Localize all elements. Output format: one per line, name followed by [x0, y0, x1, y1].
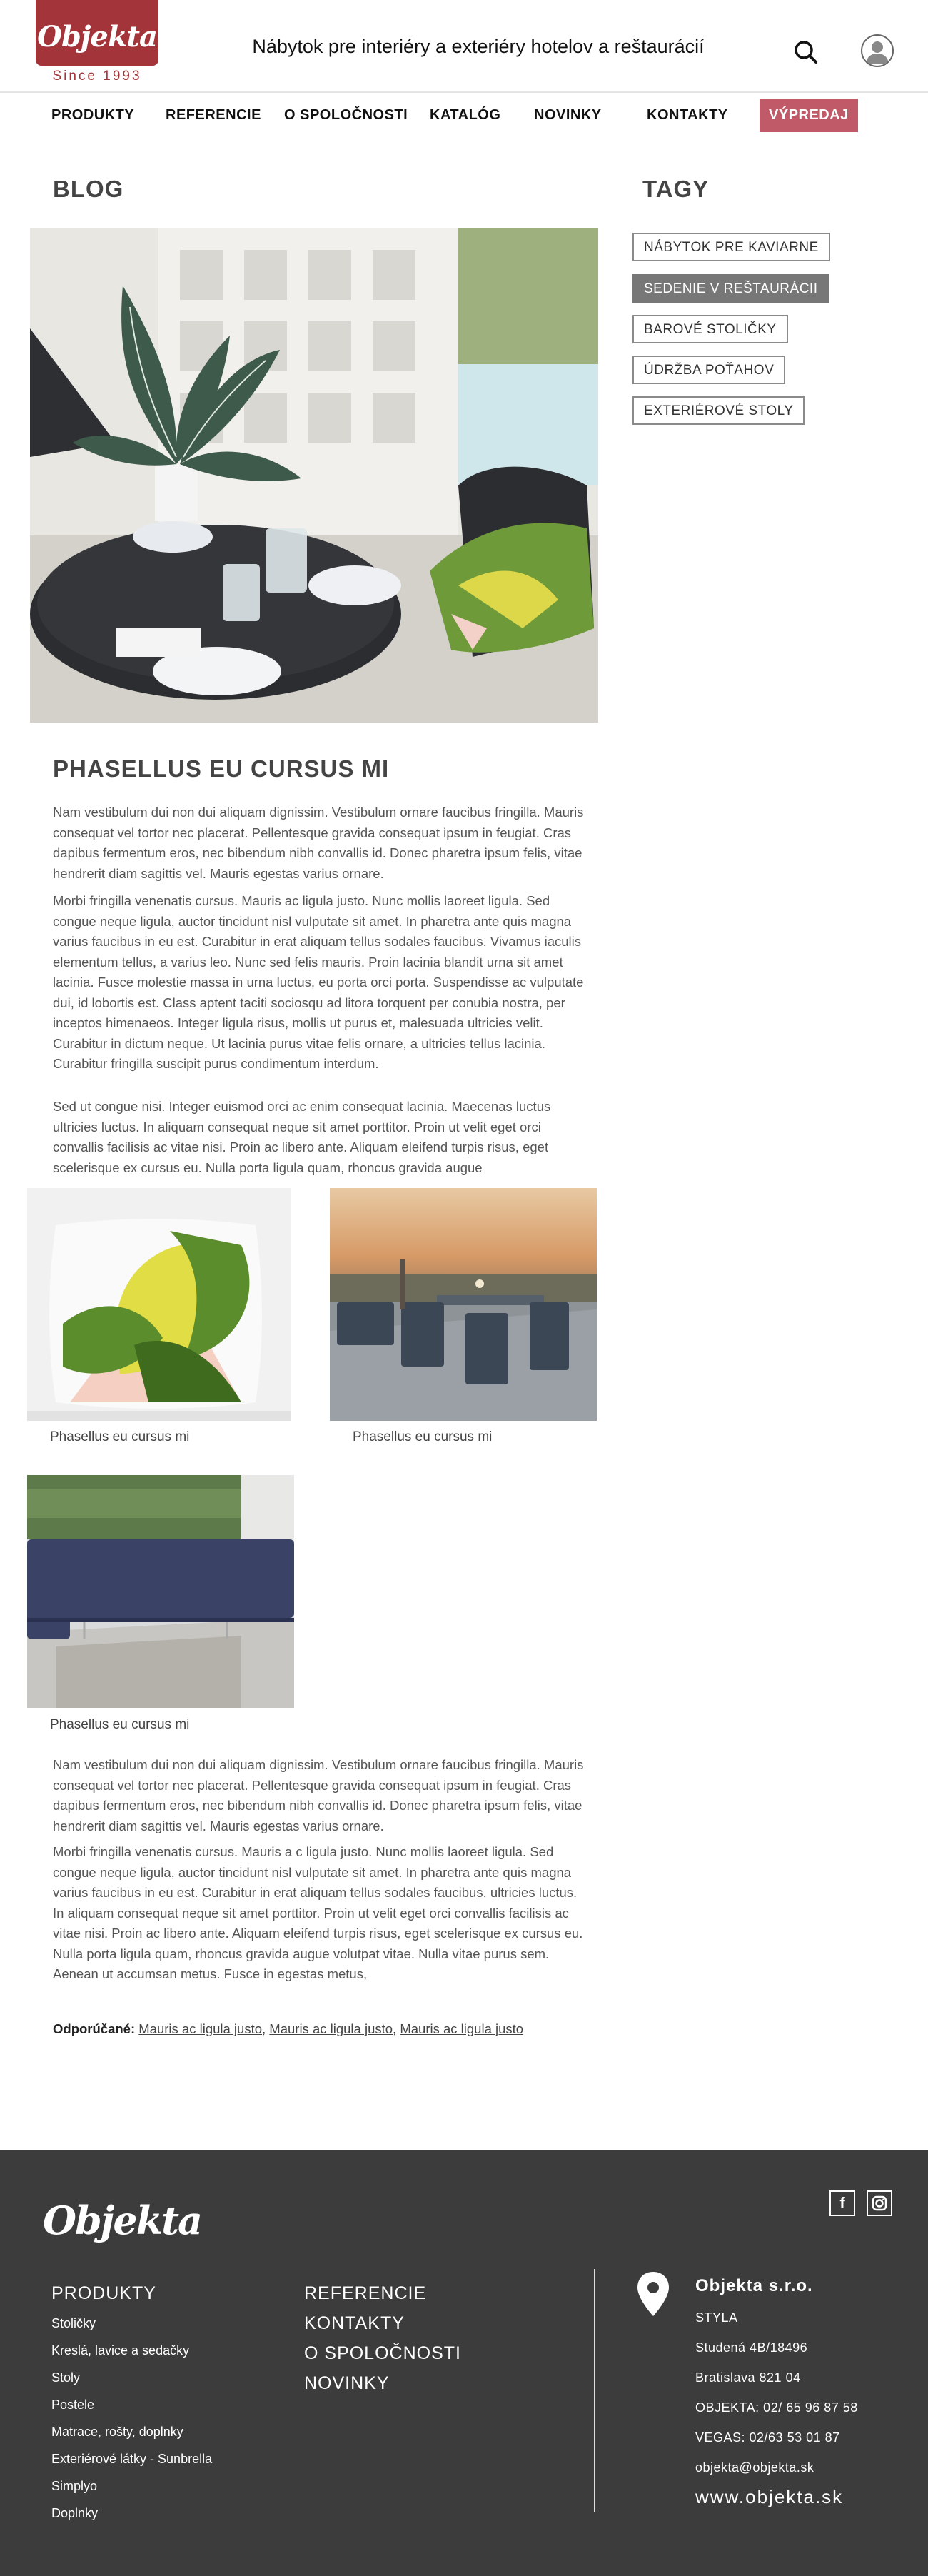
footer-email[interactable]: objekta@objekta.sk	[695, 2460, 814, 2475]
footer-company-name: Objekta s.r.o.	[695, 2276, 813, 2295]
footer-website[interactable]: www.objekta.sk	[695, 2486, 843, 2508]
footer-address-street: Studená 4B/18496	[695, 2340, 808, 2355]
header-divider	[0, 91, 928, 93]
post-paragraph: Sed ut congue nisi. Integer euismod orci…	[53, 1099, 551, 1175]
footer-products-heading[interactable]: PRODUKTY	[51, 2283, 156, 2304]
search-icon[interactable]	[794, 40, 818, 64]
post-paragraph: Nam vestibulum dui non dui aliquam digni…	[53, 1757, 584, 1833]
nav-katalog[interactable]: KATALÓG	[430, 107, 500, 124]
tags-heading: TAGY	[642, 176, 710, 202]
footer-link-o-spolocnosti[interactable]: O SPOLOČNOSTI	[304, 2343, 461, 2364]
recommend-link[interactable]: Mauris ac ligula justo	[400, 2021, 523, 2036]
footer-product-link[interactable]: Stoličky	[51, 2316, 96, 2331]
footer-phone-vegas[interactable]: VEGAS: 02/63 53 01 87	[695, 2430, 840, 2445]
tag-item[interactable]: EXTERIÉROVÉ STOLY	[632, 396, 805, 425]
footer-product-link[interactable]: Kreslá, lavice a sedačky	[51, 2343, 189, 2358]
footer-phone-objekta[interactable]: OBJEKTA: 02/ 65 96 87 58	[695, 2400, 858, 2415]
footer-product-link[interactable]: Exteriérové látky - Sunbrella	[51, 2452, 212, 2467]
footer-logo[interactable]: Objekta	[43, 2198, 203, 2243]
footer-address-city: Bratislava 821 04	[695, 2370, 801, 2385]
footer-product-link[interactable]: Stoly	[51, 2370, 80, 2385]
tagline: Nábytok pre interiéry a exteriéry hotelo…	[252, 36, 705, 57]
footer-info: STYLA	[695, 2310, 738, 2325]
footer-product-link[interactable]: Postele	[51, 2398, 94, 2413]
facebook-icon[interactable]: f	[829, 2190, 855, 2216]
location-pin-icon	[635, 2270, 671, 2318]
footer-product-link[interactable]: Matrace, rošty, doplnky	[51, 2425, 183, 2440]
recommend-label: Odporúčané:	[53, 2021, 136, 2036]
footer-product-link[interactable]: Simplyo	[51, 2479, 97, 2494]
footer-link-referencie[interactable]: REFERENCIE	[304, 2283, 426, 2304]
recommend-link[interactable]: Mauris ac ligula justo	[138, 2021, 262, 2036]
nav-produkty[interactable]: PRODUKTY	[51, 107, 134, 124]
post-title: PHASELLUS EU CURSUS MI	[53, 755, 390, 782]
footer: Objekta f PRODUKTY Stoličky Kreslá, lavi…	[0, 2150, 928, 2576]
nav-vypredaj-button[interactable]: VÝPREDAJ	[760, 99, 858, 132]
logo[interactable]: Objekta	[36, 0, 158, 66]
nav-kontakty[interactable]: KONTAKTY	[647, 107, 728, 124]
blog-heading: BLOG	[53, 176, 124, 202]
tag-item[interactable]: ÚDRŽBA POŤAHOV	[632, 356, 786, 384]
logo-text: Objekta	[37, 20, 158, 54]
hero-image	[30, 228, 598, 723]
footer-link-kontakty[interactable]: KONTAKTY	[304, 2313, 405, 2334]
nav-novinky[interactable]: NOVINKY	[534, 107, 602, 124]
footer-product-link[interactable]: Doplnky	[51, 2506, 98, 2521]
tag-item-active[interactable]: SEDENIE V REŠTAURÁCII	[632, 274, 829, 303]
nav-referencie[interactable]: REFERENCIE	[166, 107, 261, 124]
recommended-links: Odporúčané: Mauris ac ligula justo, Maur…	[53, 2021, 524, 2036]
instagram-icon[interactable]	[867, 2190, 892, 2216]
footer-link-novinky[interactable]: NOVINKY	[304, 2373, 390, 2394]
post-paragraph: Morbi fringilla venenatis cursus. Mauris…	[53, 893, 584, 1071]
recommend-link[interactable]: Mauris ac ligula justo	[269, 2021, 393, 2036]
post-paragraph: Morbi fringilla venenatis cursus. Mauris…	[53, 1844, 583, 1981]
gallery-image-pillow[interactable]	[27, 1188, 291, 1421]
footer-divider	[594, 2269, 595, 2512]
tag-item[interactable]: BAROVÉ STOLIČKY	[632, 315, 788, 343]
user-icon[interactable]	[861, 34, 894, 67]
gallery-image-terrace[interactable]	[330, 1188, 597, 1421]
gallery-image-sofa[interactable]	[27, 1475, 294, 1708]
tag-item[interactable]: NÁBYTOK PRE KAVIARNE	[632, 233, 830, 261]
gallery-caption: Phasellus eu cursus mi	[50, 1717, 190, 1732]
nav-o-spolocnosti[interactable]: O SPOLOČNOSTI	[284, 107, 408, 124]
since-label: Since 1993	[52, 69, 142, 84]
gallery-caption: Phasellus eu cursus mi	[353, 1429, 493, 1444]
post-paragraph: Nam vestibulum dui non dui aliquam digni…	[53, 805, 584, 881]
gallery-caption: Phasellus eu cursus mi	[50, 1429, 190, 1444]
